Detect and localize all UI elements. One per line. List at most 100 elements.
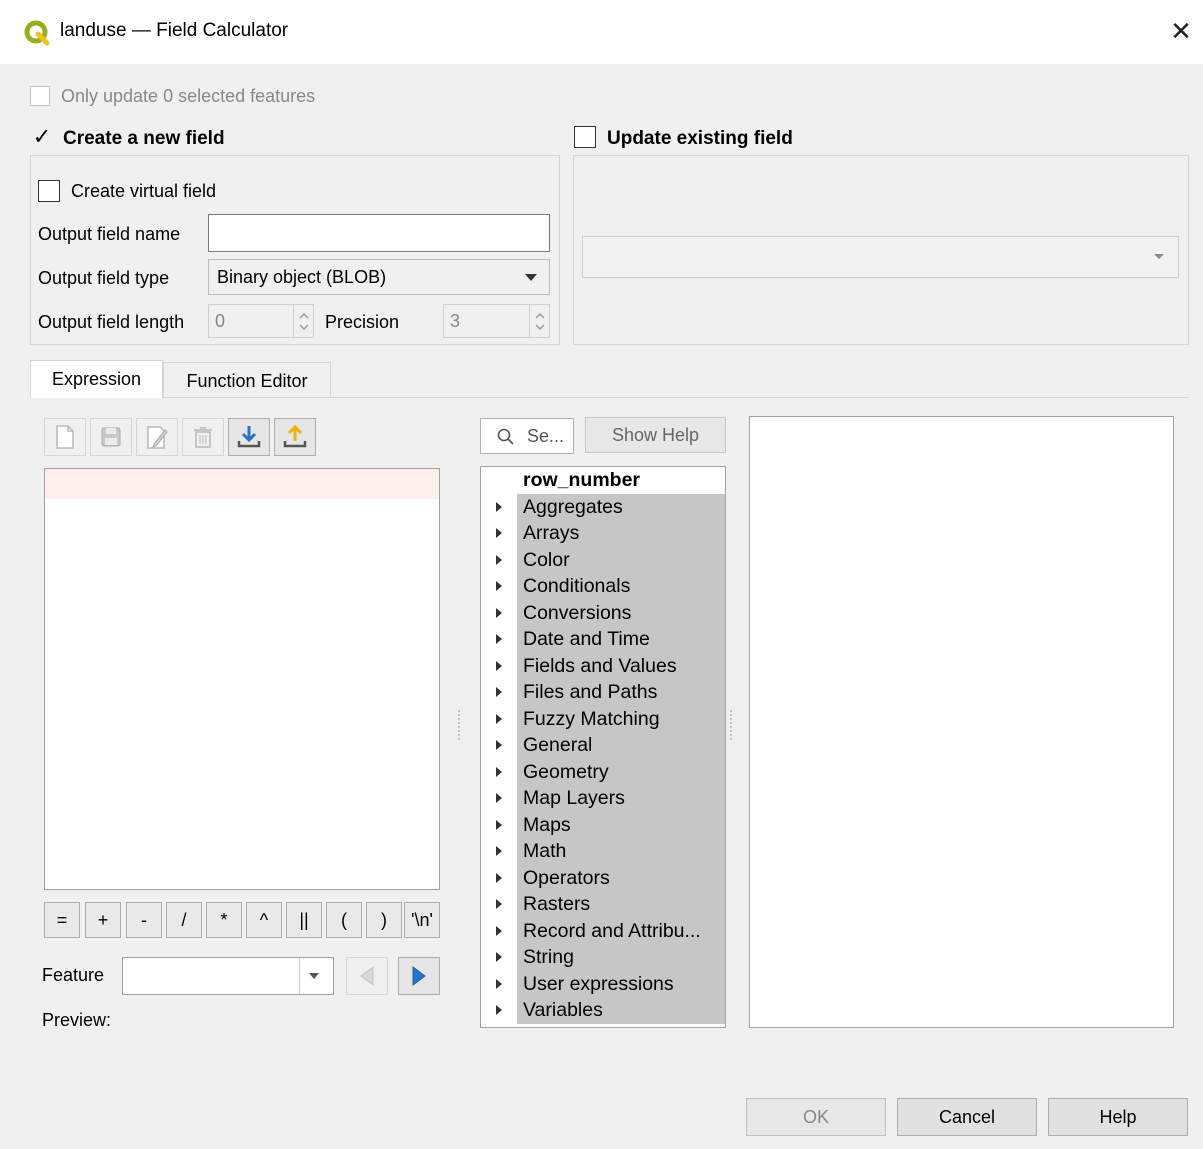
tree-group-item[interactable]: Conditionals <box>481 573 725 600</box>
tree-group-item[interactable]: Arrays <box>481 520 725 547</box>
tree-group-item[interactable]: Files and Paths <box>481 679 725 706</box>
tree-group-item[interactable]: Aggregates <box>481 493 725 520</box>
expand-arrow-icon[interactable] <box>496 925 502 936</box>
output-field-type-select[interactable]: Binary object (BLOB) <box>208 259 550 295</box>
ok-button[interactable]: OK <box>746 1098 886 1136</box>
cancel-button[interactable]: Cancel <box>897 1098 1037 1136</box>
tree-group-item[interactable]: Maps <box>481 811 725 838</box>
tree-item-label: General <box>517 732 725 759</box>
save-icon[interactable] <box>90 418 132 456</box>
output-field-type-value: Binary object (BLOB) <box>217 267 387 287</box>
expand-arrow-icon[interactable] <box>496 978 502 989</box>
update-existing-checkbox[interactable] <box>574 126 596 148</box>
operator-power-button[interactable]: ^ <box>246 902 282 938</box>
output-field-name-label: Output field name <box>38 224 181 244</box>
tree-group-item[interactable]: Rasters <box>481 891 725 918</box>
tree-group-item[interactable]: Color <box>481 546 725 573</box>
expand-arrow-icon[interactable] <box>496 554 502 565</box>
edit-icon[interactable] <box>136 418 178 456</box>
tree-group-item[interactable]: Conversions <box>481 599 725 626</box>
tree-group-item[interactable]: Geometry <box>481 758 725 785</box>
operator-minus-button[interactable]: - <box>126 902 162 938</box>
tree-item-label: Fields and Values <box>517 652 725 679</box>
output-field-length-value: 0 <box>215 311 226 331</box>
tree-item-label: Record and Attribu... <box>517 917 725 944</box>
delete-icon[interactable] <box>182 418 224 456</box>
previous-feature-button[interactable] <box>346 957 388 995</box>
tree-group-item[interactable]: Math <box>481 838 725 865</box>
expand-arrow-icon[interactable] <box>496 607 502 618</box>
operator-close-paren-button[interactable]: ) <box>366 902 402 938</box>
spin-arrows-icon[interactable] <box>293 305 313 337</box>
show-help-button[interactable]: Show Help <box>585 417 726 453</box>
tree-item-label: Math <box>517 838 725 865</box>
expand-arrow-icon[interactable] <box>496 1005 502 1015</box>
operator-equals-button[interactable]: = <box>44 902 80 938</box>
tree-item-label: Aggregates <box>517 493 725 520</box>
output-field-length-spinbox[interactable]: 0 <box>208 304 314 338</box>
export-icon[interactable] <box>274 418 316 456</box>
tree-item-label: Maps <box>517 811 725 838</box>
expression-editor[interactable] <box>44 468 440 890</box>
expand-arrow-icon[interactable] <box>496 846 502 856</box>
splitter-handle[interactable] <box>458 710 462 740</box>
operator-plus-button[interactable]: + <box>85 902 121 938</box>
feature-select[interactable] <box>122 957 334 995</box>
tree-group-item[interactable]: General <box>481 732 725 759</box>
expand-arrow-icon[interactable] <box>496 872 502 883</box>
splitter-handle[interactable] <box>730 710 734 740</box>
operator-concat-button[interactable]: || <box>286 902 322 938</box>
next-feature-button[interactable] <box>398 957 440 995</box>
expand-arrow-icon[interactable] <box>496 740 502 750</box>
tab-expression[interactable]: Expression <box>30 360 163 398</box>
import-icon[interactable] <box>228 418 270 456</box>
expand-arrow-icon[interactable] <box>496 819 502 830</box>
function-search-input[interactable]: Se... <box>480 418 574 454</box>
tree-item-row-number[interactable]: row_number <box>481 467 725 494</box>
create-virtual-checkbox[interactable] <box>38 180 60 202</box>
tree-group-item[interactable]: User expressions <box>481 970 725 997</box>
tree-item-label: row_number <box>517 467 725 494</box>
tree-group-item[interactable]: Record and Attribu... <box>481 917 725 944</box>
only-update-checkbox[interactable] <box>30 86 50 106</box>
expand-arrow-icon[interactable] <box>496 899 502 909</box>
operator-open-paren-button[interactable]: ( <box>326 902 362 938</box>
expand-arrow-icon[interactable] <box>496 687 502 697</box>
expand-arrow-icon[interactable] <box>496 528 502 538</box>
create-new-field-checkbox[interactable]: ✓ <box>32 126 52 148</box>
tree-group-item[interactable]: Fuzzy Matching <box>481 705 725 732</box>
function-tree[interactable]: row_number Aggregates Arrays Color Condition… <box>480 466 726 1028</box>
expand-arrow-icon[interactable] <box>496 501 502 512</box>
expand-arrow-icon[interactable] <box>496 660 502 671</box>
tree-item-label: Rasters <box>517 891 725 918</box>
expand-arrow-icon[interactable] <box>496 713 502 724</box>
tree-group-item[interactable]: Map Layers <box>481 785 725 812</box>
qgis-logo-icon <box>24 20 50 46</box>
existing-field-select[interactable] <box>582 236 1179 278</box>
operator-newline-button[interactable]: '\n' <box>404 902 440 938</box>
tree-group-item[interactable]: Operators <box>481 864 725 891</box>
close-icon[interactable]: ✕ <box>1168 16 1194 46</box>
spin-arrows-icon[interactable] <box>529 305 549 337</box>
operator-multiply-button[interactable]: * <box>206 902 242 938</box>
expand-arrow-icon[interactable] <box>496 793 502 803</box>
expand-arrow-icon[interactable] <box>496 581 502 591</box>
operator-divide-button[interactable]: / <box>166 902 202 938</box>
tab-function-editor[interactable]: Function Editor <box>163 362 331 398</box>
tree-group-item[interactable]: Fields and Values <box>481 652 725 679</box>
feature-label: Feature <box>42 965 105 985</box>
expand-arrow-icon[interactable] <box>496 952 502 962</box>
tree-group-item[interactable]: String <box>481 944 725 971</box>
tree-group-item[interactable]: Variables <box>481 997 725 1024</box>
tree-item-label: Arrays <box>517 520 725 547</box>
search-placeholder: Se... <box>527 426 565 446</box>
help-button[interactable]: Help <box>1048 1098 1188 1136</box>
expand-arrow-icon[interactable] <box>496 634 502 644</box>
chevron-down-icon <box>309 973 319 979</box>
new-file-icon[interactable] <box>44 418 86 456</box>
expand-arrow-icon[interactable] <box>496 766 502 777</box>
tree-group-item[interactable]: Date and Time <box>481 626 725 653</box>
precision-spinbox[interactable]: 3 <box>443 304 550 338</box>
output-field-name-input[interactable] <box>208 214 550 252</box>
precision-label: Precision <box>325 312 400 332</box>
